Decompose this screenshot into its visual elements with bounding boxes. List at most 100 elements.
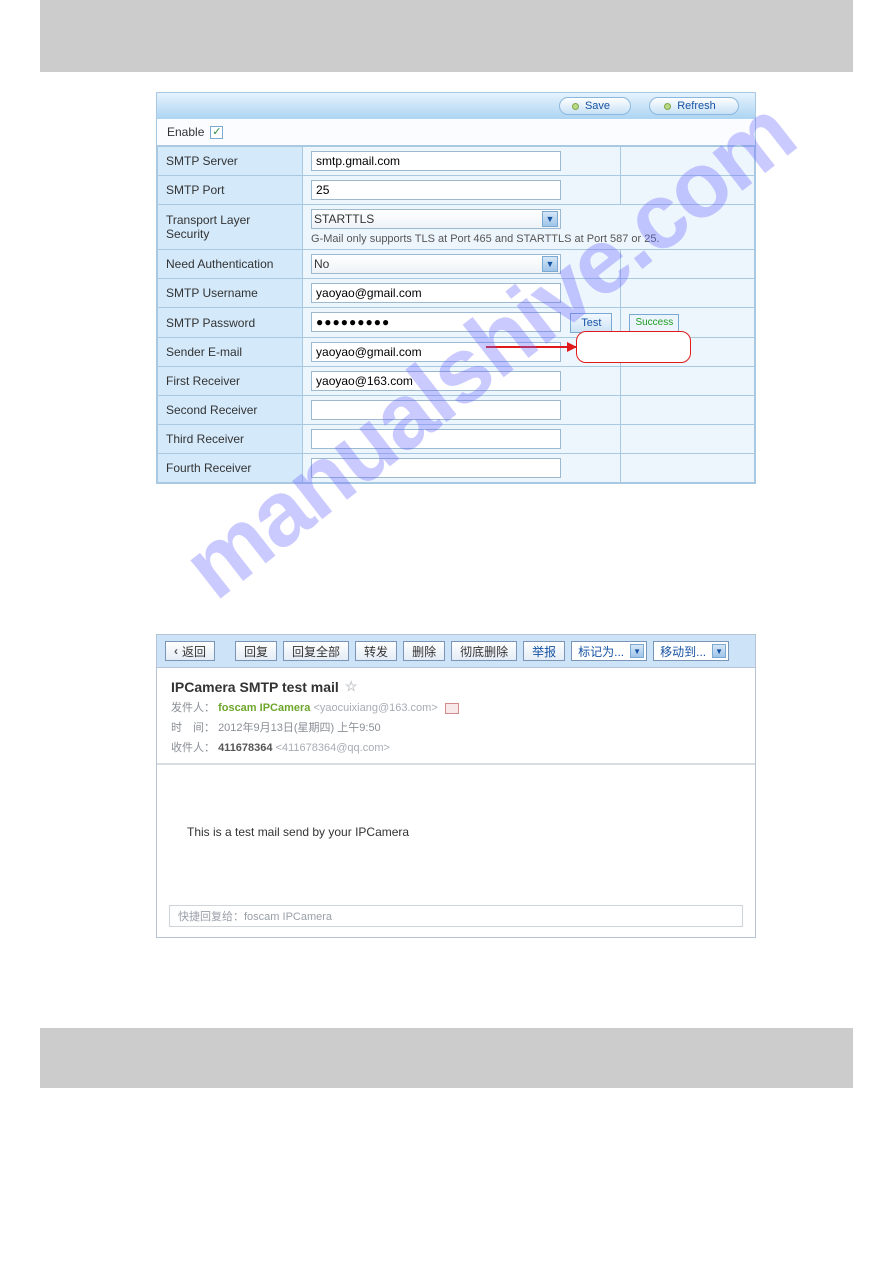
table-row: SMTP Password Test Success <box>158 308 755 338</box>
time-value: 2012年9月13日(星期四) 上午9:50 <box>218 722 381 734</box>
password-label: SMTP Password <box>158 308 303 338</box>
mail-subject-row: IPCamera SMTP test mail ☆ <box>171 678 741 695</box>
table-row: Transport Layer Security STARTTLS ▼ G-Ma… <box>158 205 755 250</box>
check-icon: ✓ <box>212 127 221 138</box>
cell-extra <box>621 250 755 279</box>
table-row: Third Receiver <box>158 425 755 454</box>
auth-label: Need Authentication <box>158 250 303 279</box>
tls-select[interactable]: STARTTLS ▼ <box>311 209 561 229</box>
quick-reply-placeholder: 快捷回复给：foscam IPCamera <box>178 908 332 924</box>
smtp-server-label: SMTP Server <box>158 147 303 176</box>
cell-extra <box>621 367 755 396</box>
username-label: SMTP Username <box>158 279 303 308</box>
table-row: Fourth Receiver <box>158 454 755 483</box>
username-input[interactable] <box>311 283 561 303</box>
sender-input[interactable] <box>311 342 561 362</box>
to-label: 收件人： <box>171 742 215 754</box>
star-icon[interactable]: ☆ <box>345 678 358 695</box>
smtp-server-input[interactable] <box>311 151 561 171</box>
third-receiver-input[interactable] <box>311 429 561 449</box>
move-to-label: 移动到... <box>660 643 706 660</box>
save-button-label: Save <box>585 100 622 112</box>
forward-button[interactable]: 转发 <box>355 641 397 661</box>
from-address: <yaocuixiang@163.com> <box>313 702 437 714</box>
second-receiver-label: Second Receiver <box>158 396 303 425</box>
table-row: Second Receiver <box>158 396 755 425</box>
move-to-select[interactable]: 移动到... ▼ <box>653 641 729 661</box>
cell-extra <box>621 147 755 176</box>
from-line: 发件人： foscam IPCamera <yaocuixiang@163.co… <box>171 699 741 715</box>
page-footer-band <box>40 1028 853 1088</box>
refresh-button-label: Refresh <box>677 100 728 112</box>
third-receiver-label: Third Receiver <box>158 425 303 454</box>
mail-body-text: This is a test mail send by your IPCamer… <box>187 825 409 839</box>
mail-client-panel: 返回 回复 回复全部 转发 删除 彻底删除 举报 标记为... ▼ 移动到...… <box>156 634 756 938</box>
table-row: First Receiver <box>158 367 755 396</box>
tls-select-value: STARTTLS <box>314 212 374 226</box>
cell-extra <box>621 454 755 483</box>
vcard-icon[interactable] <box>445 703 459 714</box>
smtp-section-wrap: Save Refresh Enable ✓ SMTP Server <box>0 92 893 484</box>
auth-select[interactable]: No ▼ <box>311 254 561 274</box>
delete-forever-button[interactable]: 彻底删除 <box>451 641 517 661</box>
reply-all-button[interactable]: 回复全部 <box>283 641 349 661</box>
time-line: 时 间： 2012年9月13日(星期四) 上午9:50 <box>171 719 741 735</box>
table-row: Need Authentication No ▼ <box>158 250 755 279</box>
cell-extra <box>621 338 755 367</box>
dot-icon <box>572 103 579 110</box>
table-row: Sender E-mail <box>158 338 755 367</box>
password-input[interactable] <box>311 312 561 332</box>
smtp-port-input[interactable] <box>311 180 561 200</box>
cell-extra <box>621 279 755 308</box>
delete-button[interactable]: 删除 <box>403 641 445 661</box>
reply-button[interactable]: 回复 <box>235 641 277 661</box>
cell-extra <box>621 176 755 205</box>
tls-label: Transport Layer Security <box>158 205 303 250</box>
mark-as-select[interactable]: 标记为... ▼ <box>571 641 647 661</box>
enable-row: Enable ✓ <box>157 119 755 146</box>
chevron-down-icon: ▼ <box>712 644 726 658</box>
from-label: 发件人： <box>171 702 215 714</box>
second-receiver-input[interactable] <box>311 400 561 420</box>
table-row: SMTP Port <box>158 176 755 205</box>
tls-hint: G-Mail only supports TLS at Port 465 and… <box>311 233 746 245</box>
to-line: 收件人： 411678364 <411678364@qq.com> <box>171 739 741 755</box>
smtp-table: SMTP Server SMTP Port Transport Layer Se… <box>157 146 755 483</box>
chevron-down-icon: ▼ <box>630 644 644 658</box>
time-label: 时 间： <box>171 722 215 734</box>
first-receiver-label: First Receiver <box>158 367 303 396</box>
back-button[interactable]: 返回 <box>165 641 215 661</box>
sender-label: Sender E-mail <box>158 338 303 367</box>
mail-header: IPCamera SMTP test mail ☆ 发件人： foscam IP… <box>157 668 755 765</box>
table-row: SMTP Username <box>158 279 755 308</box>
auth-select-value: No <box>314 257 329 271</box>
to-name: 411678364 <box>218 742 272 754</box>
quick-reply-input[interactable]: 快捷回复给：foscam IPCamera <box>169 905 743 927</box>
mail-toolbar: 返回 回复 回复全部 转发 删除 彻底删除 举报 标记为... ▼ 移动到...… <box>157 635 755 668</box>
mail-body: This is a test mail send by your IPCamer… <box>157 765 755 899</box>
cell-extra: Success <box>621 308 755 338</box>
table-row: SMTP Server <box>158 147 755 176</box>
page-header-band <box>40 0 853 72</box>
refresh-button[interactable]: Refresh <box>649 97 739 115</box>
fourth-receiver-input[interactable] <box>311 458 561 478</box>
enable-label: Enable <box>167 125 204 139</box>
from-name: foscam IPCamera <box>218 702 310 714</box>
cell-extra <box>621 425 755 454</box>
cell-extra <box>621 396 755 425</box>
enable-checkbox[interactable]: ✓ <box>210 126 223 139</box>
smtp-settings-panel: Save Refresh Enable ✓ SMTP Server <box>156 92 756 484</box>
save-button[interactable]: Save <box>559 97 631 115</box>
mail-subject: IPCamera SMTP test mail <box>171 679 339 695</box>
chevron-down-icon: ▼ <box>542 211 558 227</box>
chevron-down-icon: ▼ <box>542 256 558 272</box>
smtp-toolbar: Save Refresh <box>157 93 755 119</box>
fourth-receiver-label: Fourth Receiver <box>158 454 303 483</box>
report-button[interactable]: 举报 <box>523 641 565 661</box>
to-address: <411678364@qq.com> <box>276 742 390 754</box>
test-success-indicator: Success <box>629 314 679 332</box>
test-button[interactable]: Test <box>570 313 612 333</box>
mark-as-label: 标记为... <box>578 643 624 660</box>
smtp-port-label: SMTP Port <box>158 176 303 205</box>
first-receiver-input[interactable] <box>311 371 561 391</box>
